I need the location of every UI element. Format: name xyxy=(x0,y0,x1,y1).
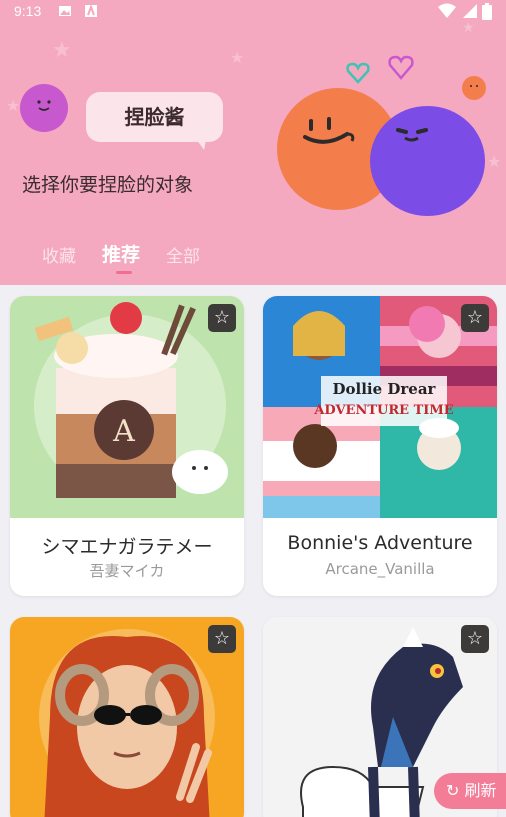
refresh-icon: ↻ xyxy=(446,781,460,800)
star-outline-icon[interactable]: ☆ xyxy=(461,304,489,332)
character-card[interactable]: Dollie Drear ADVENTURE TIME ☆ Bonnie's A… xyxy=(263,296,497,596)
heart-icon xyxy=(346,62,370,84)
decor-star-icon: ★ xyxy=(6,96,21,115)
character-card[interactable]: A ☆ シマエナガラテメー 吾妻マイカ xyxy=(10,296,244,596)
status-time: 9:13 xyxy=(14,3,42,19)
refresh-button[interactable]: ↻ 刷新 xyxy=(434,773,506,809)
battery-icon xyxy=(482,3,492,20)
svg-text:A: A xyxy=(112,414,135,449)
status-bar: 9:13 xyxy=(0,0,506,24)
decor-star-icon: ★ xyxy=(487,152,502,171)
tab-favorites[interactable]: 收藏 xyxy=(42,242,76,267)
refresh-label: 刷新 xyxy=(464,781,497,800)
decor-star-icon: ★ xyxy=(52,38,72,63)
decor-star-icon: ★ xyxy=(230,48,245,67)
app-title: 捏脸酱 xyxy=(124,105,185,129)
star-outline-icon[interactable]: ☆ xyxy=(208,304,236,332)
star-outline-icon[interactable]: ☆ xyxy=(461,625,489,653)
signal-icon xyxy=(463,4,477,18)
wifi-icon xyxy=(438,3,456,18)
tab-recommended[interactable]: 推荐 xyxy=(102,240,140,267)
decor-star-icon: ★ xyxy=(462,20,475,36)
small-face-mascot xyxy=(20,84,68,132)
card-author: 吾妻マイカ xyxy=(89,562,165,580)
star-outline-icon[interactable]: ☆ xyxy=(208,625,236,653)
app-notification-icon xyxy=(85,4,97,17)
tab-all[interactable]: 全部 xyxy=(166,242,200,267)
header: 9:13 ★ ★ ★ ★ ★ 捏脸酱 选择你要捏脸的对象 收藏 推荐 全部 xyxy=(0,0,506,285)
card-title: Bonnie's Adventure xyxy=(287,532,473,554)
card-title: シマエナガラテメー xyxy=(41,536,213,558)
tab-bar: 收藏 推荐 全部 xyxy=(0,238,300,278)
thumb-caption-2: ADVENTURE TIME xyxy=(313,403,453,418)
heart-icon xyxy=(388,55,414,80)
gallery-icon xyxy=(59,6,71,16)
character-card[interactable]: ☆ xyxy=(10,617,244,817)
tiny-face-mascot xyxy=(462,76,486,100)
card-author: Arcane_Vanilla xyxy=(325,560,435,578)
active-tab-indicator xyxy=(116,271,132,274)
page-subtitle: 选择你要捏脸的对象 xyxy=(22,174,194,196)
thumb-caption-1: Dollie Drear xyxy=(333,380,437,398)
purple-face-mascot xyxy=(370,106,485,216)
